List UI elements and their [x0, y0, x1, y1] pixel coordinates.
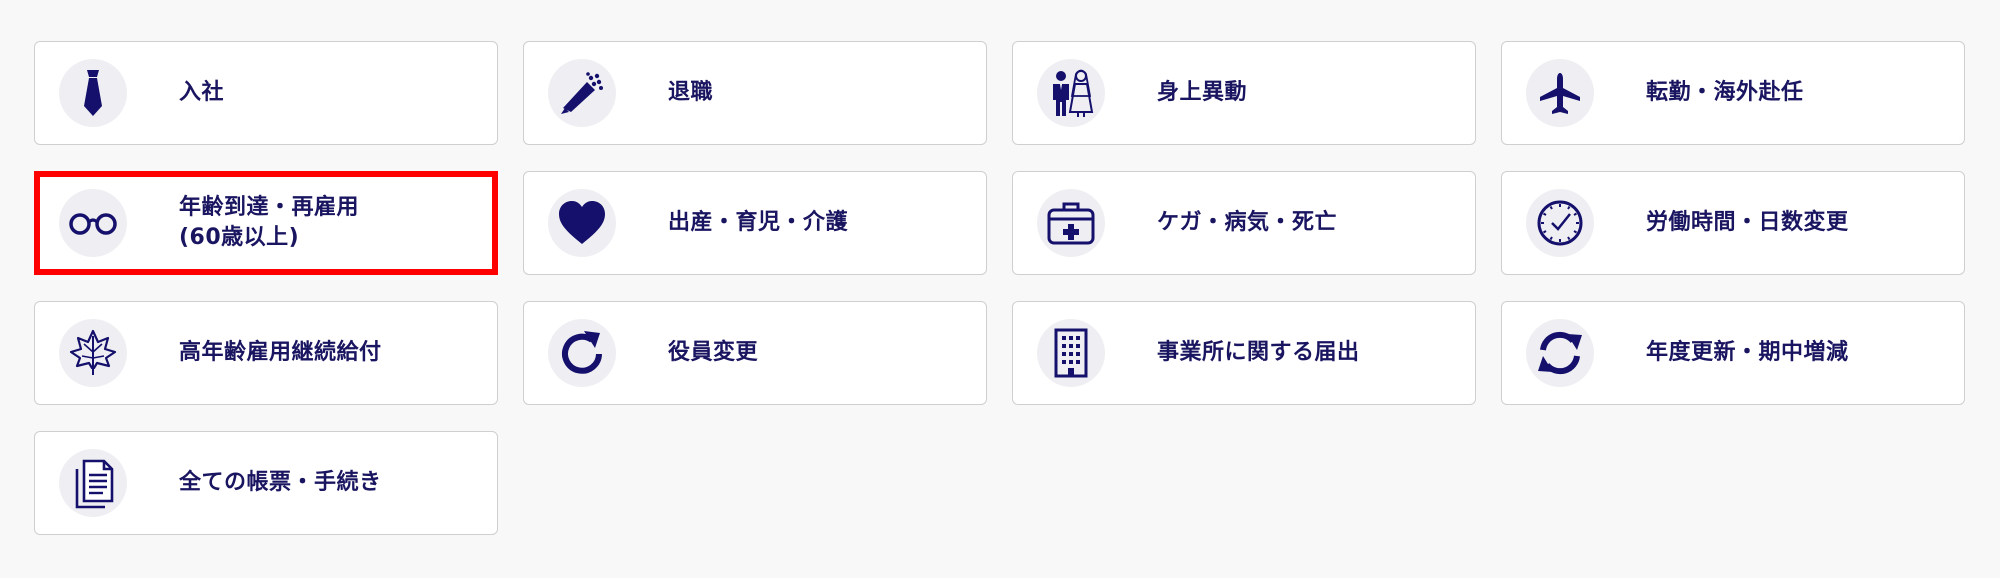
card-label-line: 事業所に関する届出 — [1157, 340, 1360, 365]
heart-icon — [548, 189, 616, 257]
card-all-forms[interactable]: 全ての帳票・手続き — [34, 431, 498, 535]
card-label-line: 年齢到達・再雇用 — [179, 195, 360, 220]
card-label: 出産・育児・介護 — [668, 208, 848, 238]
card-nenrei-totatsu[interactable]: 年齢到達・再雇用 (60歳以上) — [34, 171, 498, 275]
documents-icon — [59, 449, 127, 517]
bouquet-icon — [548, 59, 616, 127]
card-label: 入社 — [179, 78, 224, 108]
card-label: 年度更新・期中増減 — [1646, 338, 1849, 368]
card-label: 全ての帳票・手続き — [179, 468, 382, 498]
card-label: 役員変更 — [668, 338, 758, 368]
card-label-line: 退職 — [668, 80, 714, 105]
card-yakuin-henko[interactable]: 役員変更 — [523, 301, 987, 405]
airplane-icon — [1526, 59, 1594, 127]
card-kega[interactable]: ケガ・病気・死亡 — [1012, 171, 1476, 275]
card-nendo-koshin[interactable]: 年度更新・期中増減 — [1501, 301, 1965, 405]
card-label-line: 転勤・海外赴任 — [1646, 80, 1804, 105]
card-taishoku[interactable]: 退職 — [523, 41, 987, 145]
card-label: ケガ・病気・死亡 — [1157, 208, 1337, 238]
necktie-icon — [59, 59, 127, 127]
maple-leaf-icon — [59, 319, 127, 387]
card-label: 事業所に関する届出 — [1157, 338, 1360, 368]
card-label-line: 入社 — [179, 80, 225, 105]
rotate-arrow-icon — [548, 319, 616, 387]
card-label: 退職 — [668, 78, 713, 108]
card-label-line: 役員変更 — [668, 340, 759, 365]
card-label: 労働時間・日数変更 — [1646, 208, 1849, 238]
office-building-icon — [1037, 319, 1105, 387]
card-label-line: 出産・育児・介護 — [668, 210, 849, 235]
card-label: 高年齢雇用継続給付 — [179, 338, 382, 368]
card-label-line: ケガ・病気・死亡 — [1157, 210, 1338, 235]
sync-arrows-icon — [1526, 319, 1594, 387]
card-konenrei-koyo[interactable]: 高年齢雇用継続給付 — [34, 301, 498, 405]
card-label: 年齢到達・再雇用 (60歳以上) — [179, 193, 359, 253]
card-label-line: 身上異動 — [1157, 80, 1248, 105]
card-label-line: (60歳以上) — [179, 225, 300, 250]
clock-icon — [1526, 189, 1594, 257]
card-nyusha[interactable]: 入社 — [34, 41, 498, 145]
procedure-card-grid: 入社 退職 身上異動 転勤・海外赴任 年齢到達・再雇用 (60歳以上) 出産・育… — [34, 41, 1965, 535]
first-aid-kit-icon — [1037, 189, 1105, 257]
card-shinjo-ido[interactable]: 身上異動 — [1012, 41, 1476, 145]
card-label: 身上異動 — [1157, 78, 1247, 108]
card-rodo-jikan[interactable]: 労働時間・日数変更 — [1501, 171, 1965, 275]
glasses-icon — [59, 189, 127, 257]
card-shussan[interactable]: 出産・育児・介護 — [523, 171, 987, 275]
card-tenkin[interactable]: 転勤・海外赴任 — [1501, 41, 1965, 145]
card-label: 転勤・海外赴任 — [1646, 78, 1804, 108]
card-label-line: 労働時間・日数変更 — [1646, 210, 1849, 235]
card-label-line: 全ての帳票・手続き — [179, 470, 382, 495]
card-label-line: 高年齢雇用継続給付 — [179, 340, 382, 365]
card-label-line: 年度更新・期中増減 — [1646, 340, 1849, 365]
wedding-couple-icon — [1037, 59, 1105, 127]
card-jigyosho[interactable]: 事業所に関する届出 — [1012, 301, 1476, 405]
